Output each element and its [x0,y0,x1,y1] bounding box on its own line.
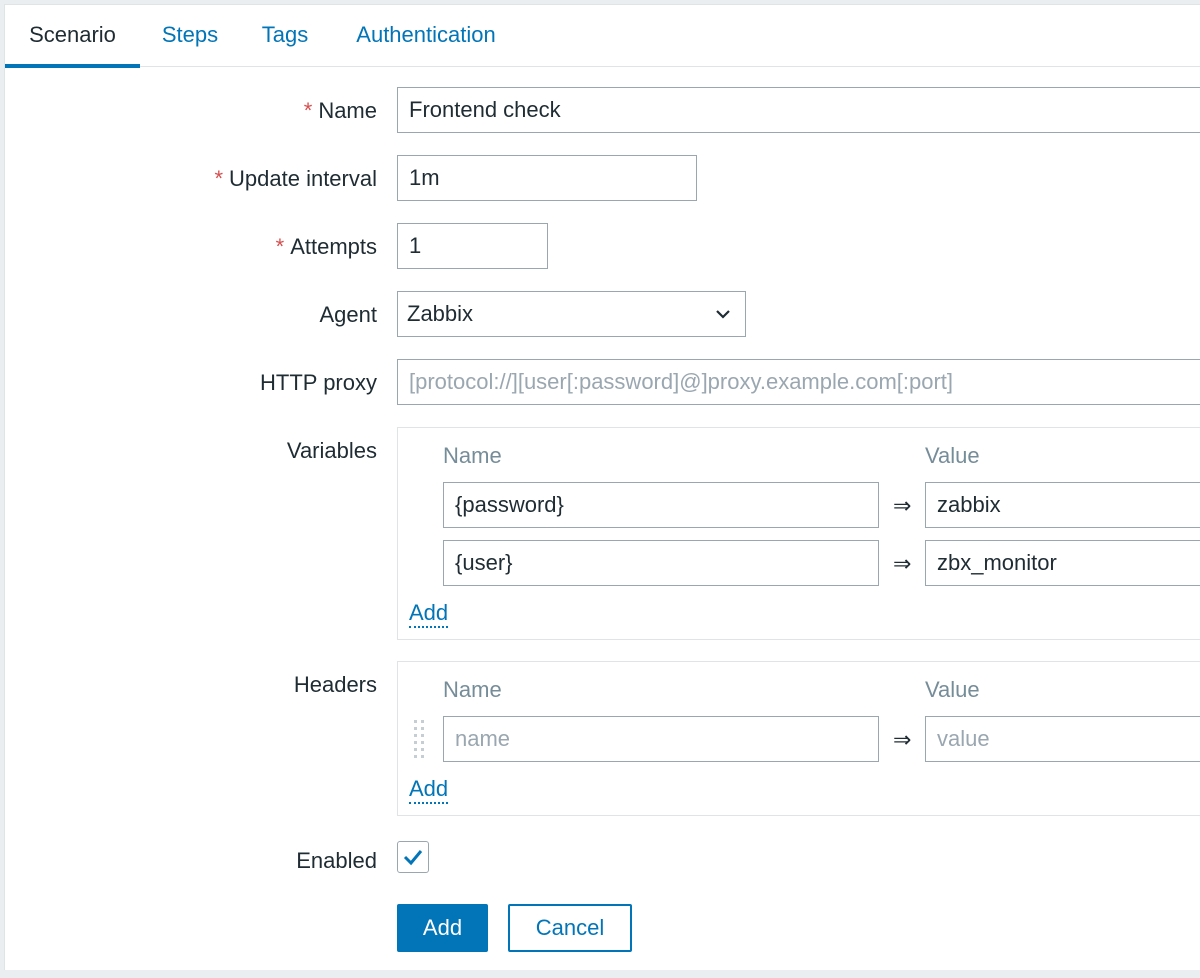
agent-label: Agent [319,302,378,327]
required-marker: * [303,98,313,123]
update-interval-input[interactable] [397,155,697,201]
arrow-icon: ⇒ [893,551,912,576]
name-input[interactable] [397,87,1200,133]
headers-name-header: Name [443,677,502,702]
add-button[interactable]: Add [397,904,488,952]
variables-table: Name Value ⇒ ⇒ Add [397,427,1200,640]
variable-name-input[interactable] [443,482,879,528]
variable-name-input[interactable] [443,540,879,586]
variables-label: Variables [286,438,377,463]
arrow-icon: ⇒ [893,727,912,752]
http-proxy-input[interactable] [397,359,1200,405]
chevron-down-icon [716,310,730,319]
variables-add-link[interactable]: Add [409,600,449,628]
headers-label: Headers [293,672,377,697]
tab-scenario[interactable]: Scenario [5,5,140,68]
update-interval-label: * Update interval [214,166,377,192]
required-marker: * [214,166,224,191]
variable-value-input[interactable] [925,482,1200,528]
attempts-label-text: Attempts [290,234,377,259]
header-name-input[interactable] [443,716,879,762]
update-interval-label-text: Update interval [229,166,377,191]
headers-value-header: Value [925,677,980,702]
agent-selected-value: Zabbix [407,301,474,326]
attempts-label: * Attempts [276,234,377,260]
variables-name-header: Name [443,443,502,468]
enabled-checkbox[interactable] [397,841,429,873]
required-marker: * [275,234,285,259]
agent-select[interactable]: Zabbix [397,291,746,337]
http-proxy-label: HTTP proxy [260,370,377,395]
name-label: * Name [304,98,377,124]
header-value-input[interactable] [925,716,1200,762]
variable-value-input[interactable] [925,540,1200,586]
variables-value-header: Value [925,443,980,468]
drag-handle-icon[interactable] [414,720,428,760]
cancel-button[interactable]: Cancel [508,904,632,952]
tab-authentication[interactable]: Authentication [346,5,506,67]
form-panel: Scenario Steps Tags Authentication * Name… [4,4,1200,970]
headers-add-link[interactable]: Add [409,776,449,804]
name-label-text: Name [318,98,377,123]
tab-bar: Scenario Steps Tags Authentication [5,5,1200,68]
attempts-input[interactable] [397,223,548,269]
tab-steps[interactable]: Steps [155,5,225,67]
enabled-label: Enabled [296,848,377,873]
arrow-icon: ⇒ [893,493,912,518]
headers-table: Name Value ⇒ Add [397,661,1200,816]
tab-tags[interactable]: Tags [257,5,313,67]
checkmark-icon [403,850,423,866]
